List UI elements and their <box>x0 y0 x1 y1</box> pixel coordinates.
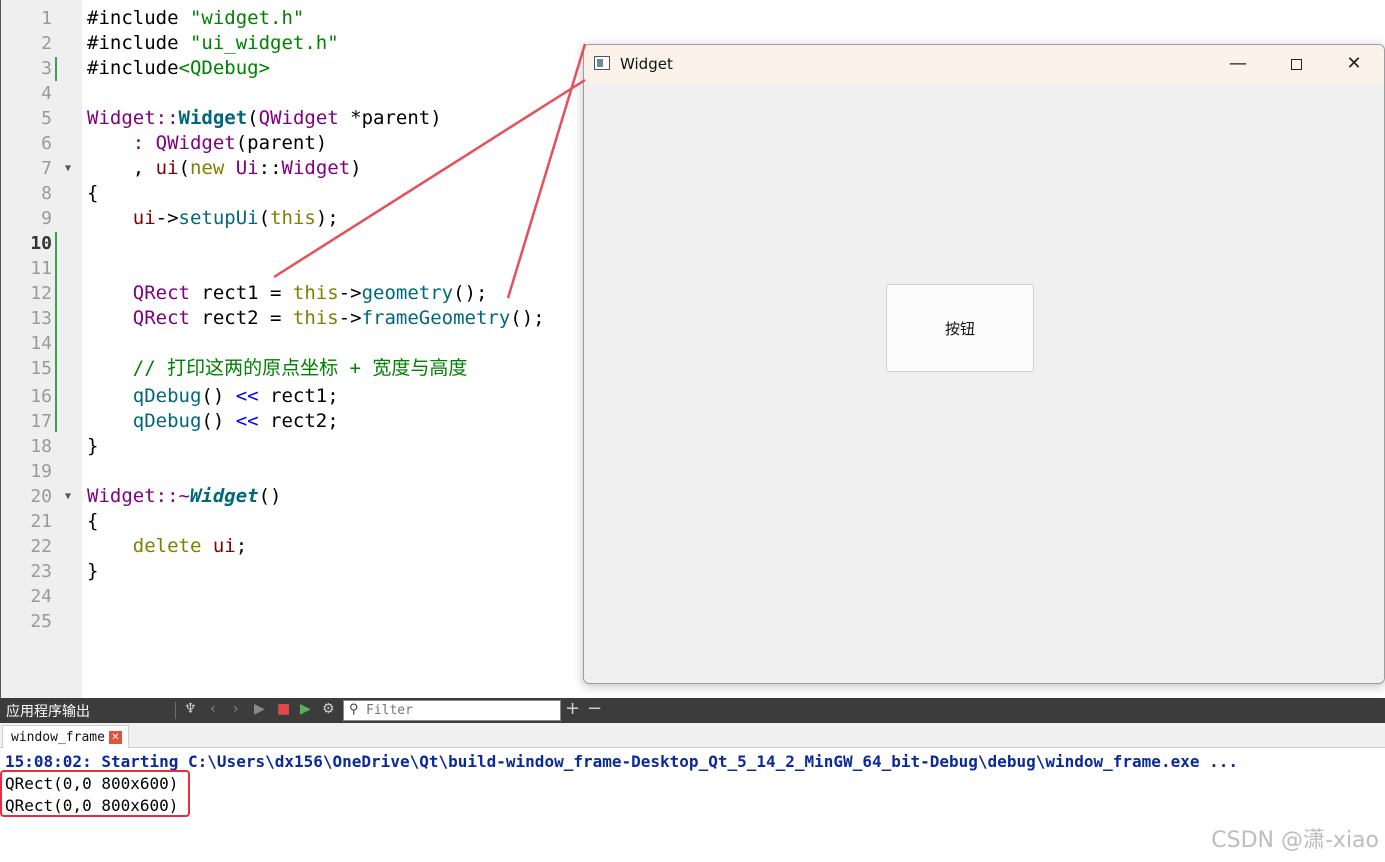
maximize-icon <box>1290 58 1302 70</box>
zoom-out-button[interactable]: − <box>587 698 602 719</box>
line-number: 24 <box>30 586 52 607</box>
fold-arrow-icon[interactable]: ▼ <box>65 484 71 509</box>
zoom-in-button[interactable]: + <box>565 698 580 719</box>
line-number: 16 <box>30 386 52 407</box>
fold-arrow-icon[interactable]: ▼ <box>65 156 71 181</box>
code-line: Widget::Widget(QWidget *parent) <box>87 107 442 129</box>
code-line: QRect rect2 = this->frameGeometry(); <box>87 307 545 329</box>
clear-output-icon[interactable]: ♆ <box>184 701 197 717</box>
maximize-button[interactable] <box>1267 45 1325 83</box>
code-line: } <box>87 435 99 457</box>
code-line: Widget::~Widget() <box>87 485 282 507</box>
window-title: Widget <box>620 55 673 73</box>
toolbar-divider <box>175 702 176 719</box>
code-line: qDebug() << rect2; <box>87 410 339 432</box>
application-output[interactable]: 15:08:02: Starting C:\Users\dx156\OneDri… <box>0 748 1385 862</box>
line-number: 23 <box>30 561 52 582</box>
line-number: 9 <box>41 208 52 229</box>
line-number: 11 <box>30 258 52 279</box>
window-app-icon <box>594 56 610 70</box>
line-number-gutter: 1 2 3 4 5 6 7 8 9 10 11 12 13 14 15 16 1… <box>0 0 82 698</box>
widget-window[interactable]: Widget — ✕ 按钮 <box>583 44 1385 684</box>
window-titlebar[interactable]: Widget — ✕ <box>584 45 1384 83</box>
next-item-button[interactable]: › <box>233 701 239 717</box>
output-tab[interactable]: window_frame ✕ <box>2 725 129 748</box>
line-number: 5 <box>41 108 52 129</box>
line-number: 20 <box>30 486 52 507</box>
line-number: 3 <box>41 58 52 79</box>
code-line: , ui(new Ui::Widget) <box>87 157 362 179</box>
code-line: #include "ui_widget.h" <box>87 32 339 54</box>
code-line: delete ui; <box>87 535 248 557</box>
tab-close-icon[interactable]: ✕ <box>108 730 122 744</box>
line-number: 25 <box>30 611 52 632</box>
output-highlight-box <box>0 770 190 817</box>
filter-input[interactable] <box>366 702 556 719</box>
line-number: 17 <box>30 411 52 432</box>
line-number: 21 <box>30 511 52 532</box>
code-line: #include<QDebug> <box>87 57 271 79</box>
modified-line-marker <box>55 232 57 432</box>
attach-debugger-button[interactable]: ▶ <box>300 701 311 717</box>
rerun-button[interactable]: ▶ <box>254 701 265 717</box>
code-line: QRect rect1 = this->geometry(); <box>87 282 488 304</box>
settings-gear-icon[interactable]: ⚙ <box>322 701 335 717</box>
push-button[interactable]: 按钮 <box>886 284 1034 372</box>
output-tab-bar: window_frame ✕ <box>0 723 1385 748</box>
code-line: { <box>87 510 99 532</box>
line-number: 4 <box>41 83 52 104</box>
code-comment: // 打印这两的原点坐标 + 宽度与高度 <box>87 357 468 379</box>
close-button[interactable]: ✕ <box>1325 45 1383 83</box>
line-number: 7 <box>41 158 52 179</box>
watermark: CSDN @潇-xiao <box>1211 828 1379 853</box>
line-number: 15 <box>30 358 52 379</box>
code-line: qDebug() << rect1; <box>87 385 339 407</box>
line-number: 6 <box>41 133 52 154</box>
modified-line-marker <box>55 57 57 81</box>
minimize-button[interactable]: — <box>1209 45 1267 83</box>
line-number: 18 <box>30 436 52 457</box>
output-pane-title: 应用程序输出 <box>6 704 90 720</box>
line-number: 2 <box>41 33 52 54</box>
previous-item-button[interactable]: ‹ <box>210 701 216 717</box>
stop-button[interactable]: ■ <box>277 701 290 717</box>
line-number: 1 <box>41 8 52 29</box>
output-pane-toolbar: 应用程序输出 ♆ ‹ › ▶ ■ ▶ ⚙ ⚲ + − <box>0 698 1385 723</box>
code-line: ui->setupUi(this); <box>87 207 339 229</box>
output-tab-label: window_frame <box>11 729 105 745</box>
output-start-line: 15:08:02: Starting C:\Users\dx156\OneDri… <box>5 752 1238 771</box>
line-number: 13 <box>30 308 52 329</box>
line-number: 14 <box>30 333 52 354</box>
line-number: 8 <box>41 183 52 204</box>
filter-field[interactable]: ⚲ <box>343 700 561 721</box>
line-number: 12 <box>30 283 52 304</box>
line-number: 22 <box>30 536 52 557</box>
search-icon: ⚲ <box>349 702 359 717</box>
line-number: 19 <box>30 461 52 482</box>
code-line: : QWidget(parent) <box>87 132 328 154</box>
code-line: #include "widget.h" <box>87 7 305 29</box>
line-number-current: 10 <box>30 233 52 254</box>
code-line: { <box>87 182 99 204</box>
code-line: } <box>87 560 99 582</box>
